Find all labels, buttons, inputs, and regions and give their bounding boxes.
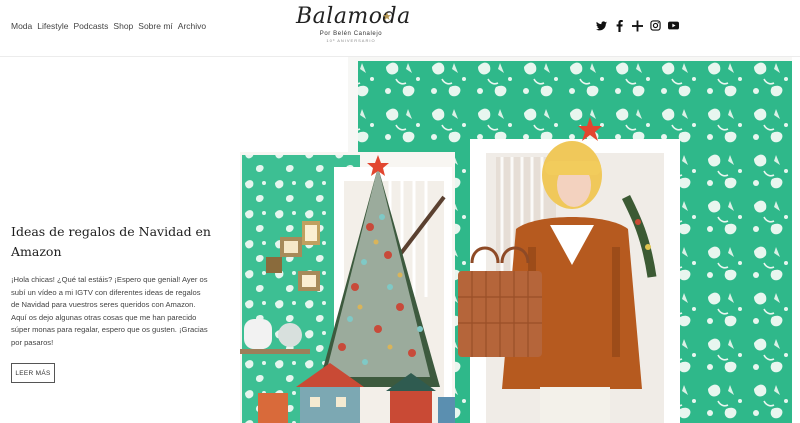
post-image-collage[interactable] (240, 57, 792, 423)
nav-item-lifestyle[interactable]: Lifestyle (37, 21, 68, 31)
logo-star-icon: ★ (382, 11, 392, 23)
nav-item-shop[interactable]: Shop (113, 21, 133, 31)
photo-left (240, 152, 455, 423)
site-logo[interactable]: Balamoda ★ Por Belén Canalejo 10º ANIVER… (296, 2, 410, 52)
instagram-icon[interactable] (650, 20, 661, 31)
youtube-icon[interactable] (668, 20, 679, 31)
nav-item-moda[interactable]: Moda (11, 21, 32, 31)
nav-item-podcasts[interactable]: Podcasts (73, 21, 108, 31)
site-header: Moda Lifestyle Podcasts Shop Sobre mí Ar… (0, 0, 800, 57)
read-more-button[interactable]: LEER MÁS (11, 363, 55, 383)
post-title[interactable]: Ideas de regalos de Navidad en Amazon (11, 222, 211, 262)
social-links (596, 19, 679, 32)
nav-item-sobre-mi[interactable]: Sobre mí (138, 21, 173, 31)
main-nav: Moda Lifestyle Podcasts Shop Sobre mí Ar… (11, 21, 211, 31)
facebook-icon[interactable] (614, 19, 625, 32)
logo-wordmark: Balamoda (296, 4, 411, 29)
featured-post: Ideas de regalos de Navidad en Amazon ¡H… (11, 222, 211, 349)
twitter-icon[interactable] (596, 20, 607, 31)
post-excerpt: ¡Hola chicas! ¿Qué tal estáis? ¡Espero q… (11, 275, 208, 347)
logo-byline: Por Belén Canalejo (319, 31, 383, 37)
nav-item-archivo[interactable]: Archivo (178, 21, 206, 31)
plus-icon[interactable] (632, 20, 643, 31)
logo-tagline: 10º ANIVERSARIO (326, 38, 376, 43)
